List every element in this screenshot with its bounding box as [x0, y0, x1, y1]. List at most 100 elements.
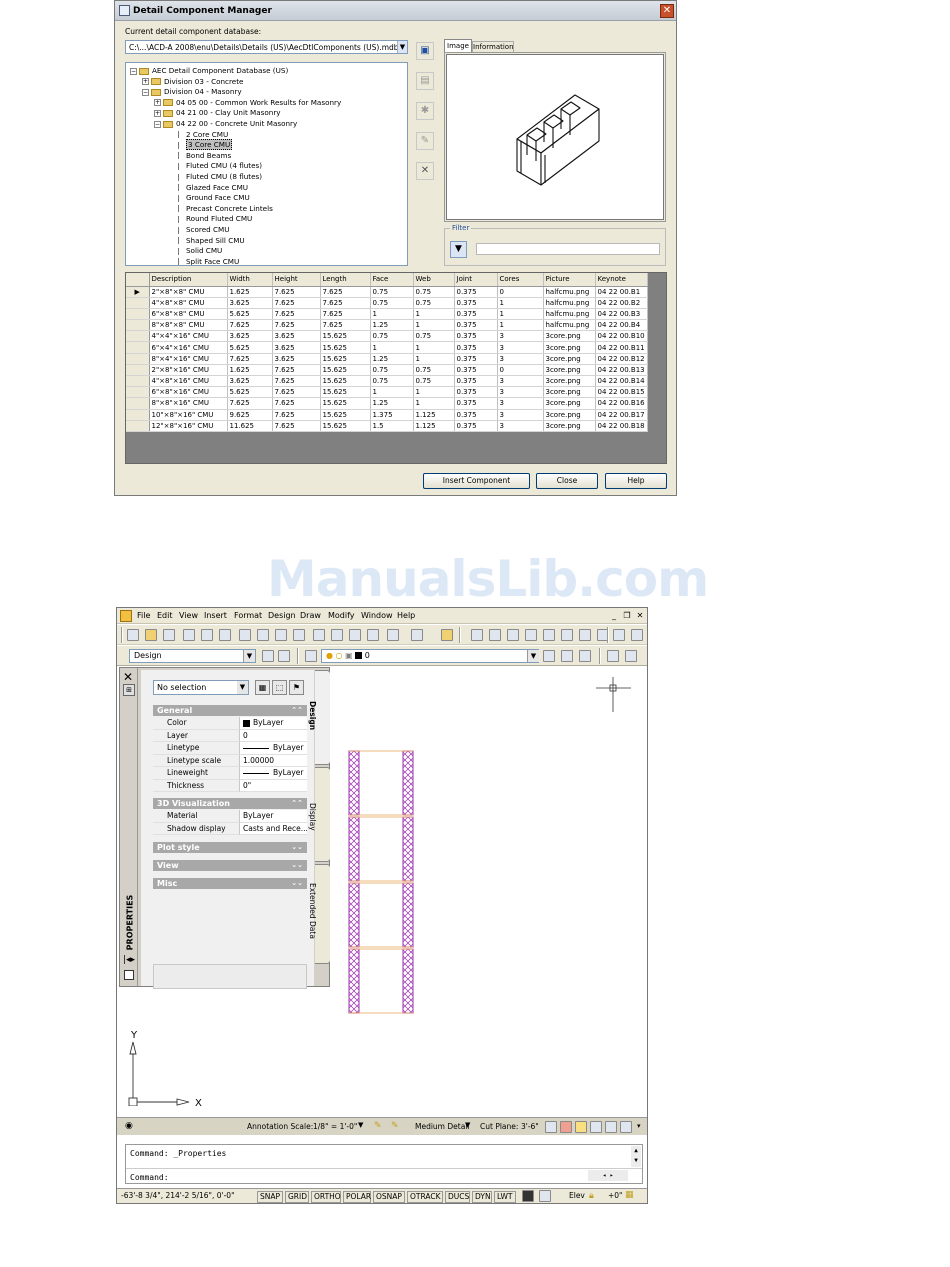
menu-draw[interactable]: Draw	[300, 611, 321, 620]
table-cell[interactable]: 1	[413, 308, 455, 321]
zoom-in-icon[interactable]	[631, 629, 643, 641]
table-row[interactable]: 12"×8"×16" CMU 11.625 7.625 15.625 1.5 1.125 0…	[126, 420, 648, 432]
table-cell[interactable]: 7.625	[320, 308, 371, 321]
model-icon[interactable]: ◉	[125, 1121, 133, 1131]
selection-combo[interactable]: No selection	[153, 680, 249, 695]
copy-icon[interactable]	[331, 629, 343, 641]
filter-icon[interactable]: ▼	[450, 241, 467, 258]
palette-menu-icon[interactable]	[124, 970, 134, 980]
row-selector[interactable]	[126, 319, 150, 332]
table-cell[interactable]: 1	[413, 386, 455, 399]
toggle-grid[interactable]: GRID	[285, 1191, 309, 1203]
close-icon[interactable]: ✕	[660, 4, 674, 18]
zoom-previous-icon[interactable]	[507, 629, 519, 641]
command-scrollbar[interactable]: ▲ ▼	[631, 1146, 641, 1167]
table-cell[interactable]: 1	[370, 386, 414, 399]
menu-format[interactable]: Format	[234, 611, 262, 620]
table-cell[interactable]: 0.75	[413, 375, 455, 388]
tree-item[interactable]: − AEC Detail Component Database (US)	[130, 66, 288, 77]
tree-item[interactable]: Split Face CMU	[178, 257, 239, 265]
table-cell[interactable]: 10"×8"×16" CMU	[149, 409, 228, 421]
table-cell[interactable]: 7.625	[227, 397, 273, 410]
table-cell[interactable]: 0.375	[454, 308, 498, 321]
table-cell[interactable]: 15.625	[320, 353, 371, 365]
table-cell[interactable]: 0.375	[454, 409, 498, 421]
tree-item[interactable]: 3 Core CMU	[178, 139, 233, 151]
table-cell[interactable]: 7.625	[272, 420, 321, 432]
row-selector[interactable]	[126, 420, 150, 432]
table-cell[interactable]: 0.375	[454, 375, 498, 388]
table-row[interactable]: 8"×8"×8" CMU 7.625 7.625 7.625 1.25 1 0.375 1 ha…	[126, 319, 648, 332]
table-cell[interactable]: 8"×8"×16" CMU	[149, 397, 228, 410]
auto-hide-icon[interactable]: ⊞	[123, 684, 135, 696]
zoom-extents-icon[interactable]	[613, 629, 625, 641]
chevron-down-icon[interactable]: ▼	[237, 681, 248, 694]
help-button[interactable]: Help	[605, 473, 667, 489]
column-header[interactable]: Description	[149, 273, 228, 287]
print-setup-icon[interactable]	[293, 629, 305, 641]
property-row[interactable]: Layer 0	[153, 729, 307, 742]
row-selector[interactable]: ▶	[126, 286, 150, 298]
row-selector[interactable]	[126, 308, 150, 321]
expand-icon[interactable]: +	[154, 99, 161, 107]
match-properties-icon[interactable]	[367, 629, 379, 641]
table-cell[interactable]: 8"×8"×8" CMU	[149, 319, 228, 332]
table-cell[interactable]: 5.625	[227, 308, 273, 321]
table-cell[interactable]: 1.25	[370, 319, 414, 332]
table-cell[interactable]: 3.625	[227, 375, 273, 388]
toggle-ducs[interactable]: DUCS	[445, 1191, 470, 1203]
table-cell[interactable]: 0.375	[454, 297, 498, 309]
table-row[interactable]: 2"×8"×16" CMU 1.625 7.625 15.625 0.75 0.75 0.3…	[126, 364, 648, 377]
workspace-combo[interactable]: Design	[129, 649, 256, 663]
property-row[interactable]: Shadow display Casts and Rece...	[153, 822, 307, 835]
table-cell[interactable]: 3.625	[272, 353, 321, 365]
table-cell[interactable]: 15.625	[320, 364, 371, 377]
open-icon[interactable]	[145, 629, 157, 641]
toggle-snap[interactable]: SNAP	[257, 1191, 283, 1203]
table-cell[interactable]: 15.625	[320, 375, 371, 388]
properties-icon[interactable]	[525, 629, 537, 641]
collapse-icon[interactable]: −	[142, 88, 149, 96]
menu-file[interactable]: File	[137, 611, 150, 620]
table-row[interactable]: 6"×8"×16" CMU 5.625 7.625 15.625 1 1 0.375 3 3co…	[126, 386, 648, 399]
table-cell[interactable]: 0.375	[454, 286, 498, 298]
property-value[interactable]: ByLayer	[240, 742, 307, 755]
property-row[interactable]: Lineweight ByLayer	[153, 767, 307, 780]
surface-hatch-icon[interactable]	[545, 1121, 557, 1133]
toggle-polar[interactable]: POLAR	[343, 1191, 371, 1203]
statusbar-menu-icon[interactable]	[620, 1121, 632, 1133]
isolate-objects-icon[interactable]	[575, 1121, 587, 1133]
save-icon[interactable]	[163, 629, 175, 641]
tree-item[interactable]: +04 05 00 - Common Work Results for Maso…	[154, 98, 341, 109]
table-cell[interactable]: 15.625	[320, 341, 371, 354]
table-cell[interactable]: 0.75	[413, 364, 455, 377]
table-cell[interactable]: 1.625	[227, 364, 273, 377]
table-cell[interactable]: 0.75	[370, 330, 414, 343]
table-cell[interactable]: 1	[370, 308, 414, 321]
table-cell[interactable]: 7.625	[272, 397, 321, 410]
table-row[interactable]: 6"×4"×16" CMU 5.625 3.625 15.625 1 1 0.375 3 3co…	[126, 341, 648, 354]
row-selector[interactable]	[126, 375, 150, 388]
table-row[interactable]: 8"×8"×16" CMU 7.625 7.625 15.625 1.25 1 0.375 3…	[126, 397, 648, 410]
make-layer-current-icon[interactable]	[543, 650, 555, 662]
cut-icon[interactable]	[313, 629, 325, 641]
table-cell[interactable]: 04 22 00.B4	[595, 319, 648, 332]
expand-icon[interactable]: +	[142, 78, 149, 86]
cmu-block[interactable]	[348, 750, 414, 816]
table-cell[interactable]: 7.625	[272, 409, 321, 421]
display-order-icon[interactable]	[607, 650, 619, 662]
table-cell[interactable]: 1	[497, 319, 544, 332]
table-cell[interactable]: 4"×8"×8" CMU	[149, 297, 228, 309]
table-cell[interactable]: 0.375	[454, 420, 498, 432]
table-cell[interactable]: 04 22 00.B18	[595, 420, 648, 432]
category-general[interactable]: General ⌃⌃	[153, 705, 307, 716]
table-cell[interactable]: halfcmu.png	[543, 297, 596, 309]
menu-modify[interactable]: Modify	[328, 611, 355, 620]
table-cell[interactable]: 9.625	[227, 409, 273, 421]
command-hscroll[interactable]: ◂ ▸	[588, 1170, 628, 1181]
new-icon[interactable]	[127, 629, 139, 641]
property-row[interactable]: Thickness 0"	[153, 779, 307, 792]
table-cell[interactable]: 3core.png	[543, 420, 596, 432]
tree-item[interactable]: Fluted CMU (4 flutes)	[178, 161, 262, 172]
table-cell[interactable]: 0.375	[454, 364, 498, 377]
